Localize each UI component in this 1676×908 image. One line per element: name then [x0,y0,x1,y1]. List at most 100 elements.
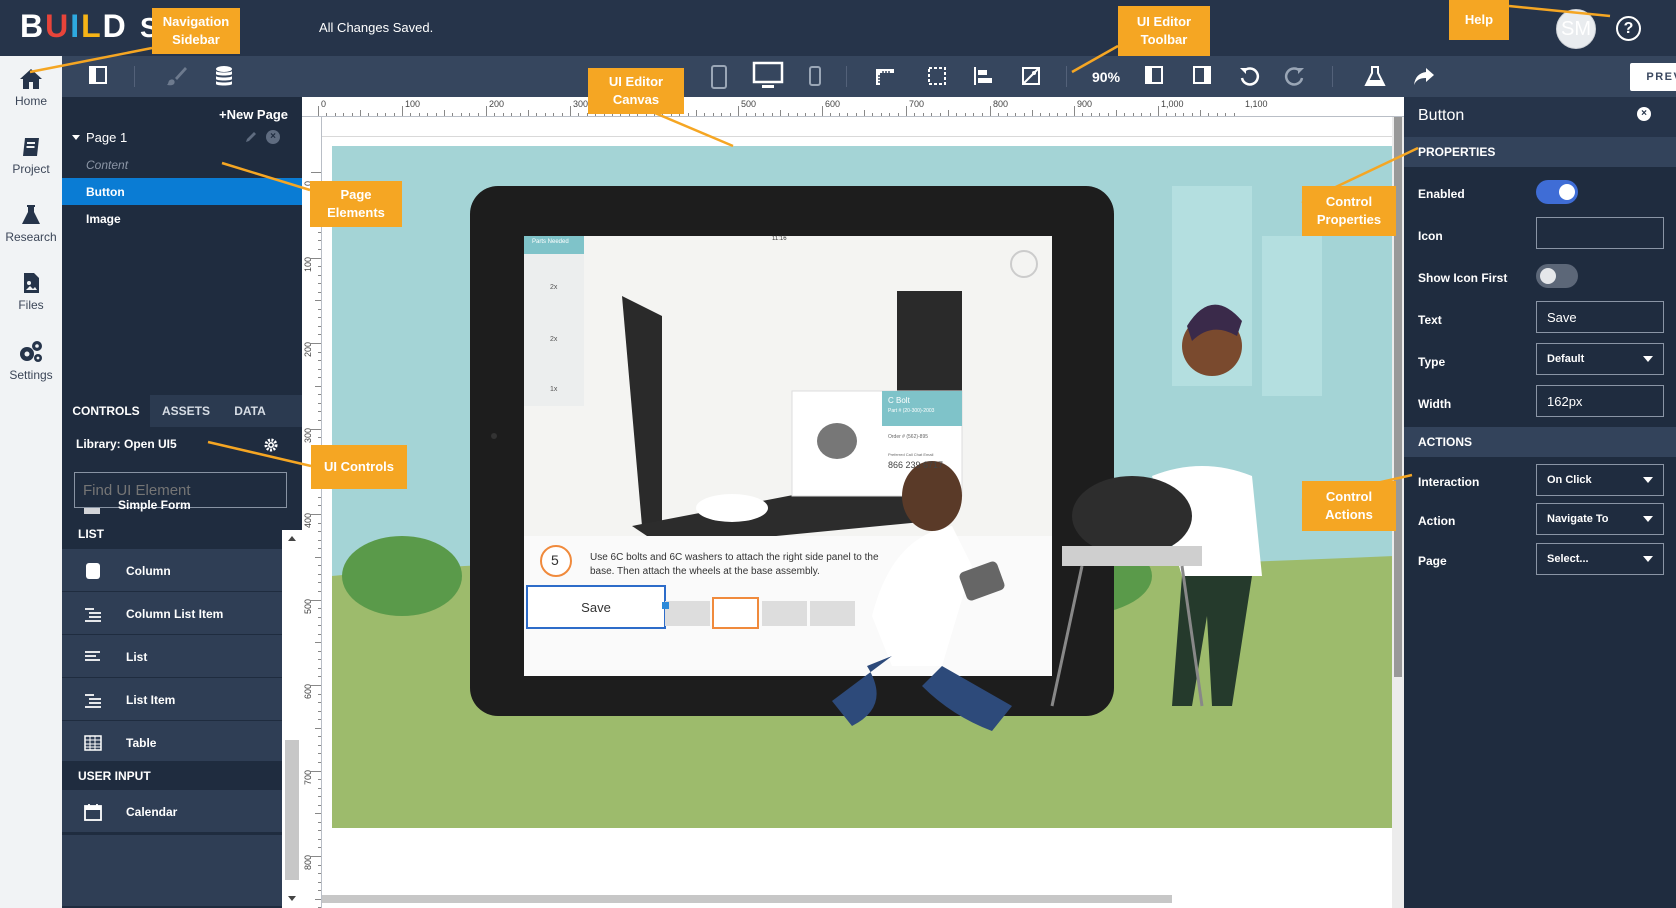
caret-down-icon[interactable] [72,135,80,140]
show-icon-first-toggle[interactable] [1536,264,1578,288]
page-element-row-selected[interactable]: Button [62,178,302,205]
list-icon [84,648,102,666]
image-toggle-icon[interactable] [1020,65,1042,89]
ruler-label: 500 [741,99,757,109]
close-icon[interactable]: × [1637,107,1651,121]
library-settings-icon[interactable] [264,438,278,457]
ruler-tick [318,838,321,840]
canvas-guide [322,136,1392,137]
controls-scrollbar[interactable] [282,530,302,908]
list-item[interactable]: List [62,635,282,679]
ruler-tick [318,625,321,627]
scroll-down-arrow[interactable] [288,896,296,901]
selection-icon[interactable] [926,65,948,89]
page-element-row[interactable]: Content [62,151,302,178]
step-instructions: Use 6C bolts and 6C washers to attach th… [590,552,879,577]
redo-icon[interactable] [1284,65,1306,89]
ruler-tick [315,898,321,900]
ruler-label: 0 [321,99,327,109]
list-item[interactable]: Table [62,721,282,765]
canvas-h-scrollbar[interactable] [322,895,1172,903]
list-item[interactable] [62,835,282,908]
ruler-tick [1174,113,1176,116]
page-element-row[interactable]: Image [62,205,302,232]
align-icon[interactable] [972,65,994,89]
page-row[interactable]: Page 1 × [62,124,302,151]
ruler-tick [1158,106,1159,116]
undo-icon[interactable] [1238,65,1260,89]
list-item[interactable]: Column List Item [62,592,282,636]
list-lines-icon [84,605,102,623]
list-item[interactable]: Column [62,549,282,593]
nav-item-project[interactable]: Project [0,136,62,176]
ruler-tick [318,736,321,738]
zoom-level[interactable]: 90% [1092,69,1120,85]
ruler-tick [486,106,487,116]
pencil-icon[interactable] [244,130,258,147]
ruler-tick [956,113,958,116]
type-select[interactable]: Default [1536,343,1664,375]
nav-item-home[interactable]: Home [0,68,62,108]
toggle-panel-icon[interactable] [88,65,108,89]
text-field[interactable]: Save [1536,301,1664,333]
scroll-up-arrow[interactable] [288,536,296,541]
page-canvas[interactable]: Parts Needed 11:16 2x 2x 1x C Bolt Part … [322,117,1394,908]
new-page-button[interactable]: +New Page [219,107,288,122]
ruler-label: 600 [825,99,841,109]
tablet-device-icon[interactable] [710,65,728,89]
ruler-icon[interactable] [874,65,896,89]
avatar[interactable]: SM [1556,9,1596,49]
brand-logo[interactable]: BUILD [20,8,128,45]
tab-controls[interactable]: CONTROLS [62,395,150,427]
icon-field[interactable] [1536,217,1664,249]
ruler-tick [315,813,321,815]
tab-assets[interactable]: ASSETS [150,395,222,427]
brand-letter: I [70,8,82,44]
properties-panel: Button × PROPERTIES Enabled Icon Show Ic… [1404,97,1676,908]
right-panel-icon[interactable] [1192,65,1212,89]
list-item[interactable]: Calendar [62,790,282,834]
close-circle-icon[interactable]: × [266,130,280,144]
action-label: Action [1418,514,1456,528]
enabled-toggle[interactable] [1536,180,1578,204]
left-panel-icon[interactable] [1144,65,1164,89]
action-select[interactable]: Navigate To [1536,503,1664,535]
chevron-down-icon [1643,556,1653,562]
flask-icon[interactable] [1364,65,1386,89]
ruler-tick [318,283,321,285]
help-icon[interactable]: ? [1616,16,1641,41]
ruler-tick [393,113,395,116]
scene-image[interactable]: Parts Needed 11:16 2x 2x 1x C Bolt Part … [332,146,1394,828]
interaction-select[interactable]: On Click [1536,464,1664,496]
resize-handle[interactable] [662,602,669,609]
selected-save-button[interactable]: Save [528,587,664,627]
database-icon[interactable] [214,65,234,89]
ruler-tick [318,505,321,507]
nav-item-research[interactable]: Research [0,204,62,244]
ruler-tick [318,573,321,575]
ruler-tick [452,113,454,116]
share-icon[interactable] [1412,65,1436,89]
preview-button[interactable]: PREVIEW [1630,63,1676,91]
ruler-tick [1149,113,1151,116]
ruler-tick [939,113,941,116]
page-select[interactable]: Select... [1536,543,1664,575]
ruler-tick [1023,113,1025,116]
brand-letter: D [102,8,128,44]
ruler-tick [1200,110,1201,116]
nav-item-files[interactable]: Files [0,272,62,312]
phone-device-icon[interactable] [808,65,822,89]
ruler-tick [402,106,403,116]
width-field[interactable]: 162px [1536,385,1664,417]
brush-icon[interactable] [166,65,188,89]
scroll-thumb[interactable] [285,740,299,880]
ruler-tick [771,113,773,116]
ruler-tick [318,231,321,233]
ruler-tick [318,719,321,721]
tab-data[interactable]: DATA [222,395,278,427]
nav-item-settings[interactable]: Settings [0,340,62,382]
desktop-device-icon[interactable] [752,61,784,88]
list-item[interactable]: List Item [62,678,282,722]
list-lines-icon [84,691,102,709]
ruler-tick [318,881,321,883]
